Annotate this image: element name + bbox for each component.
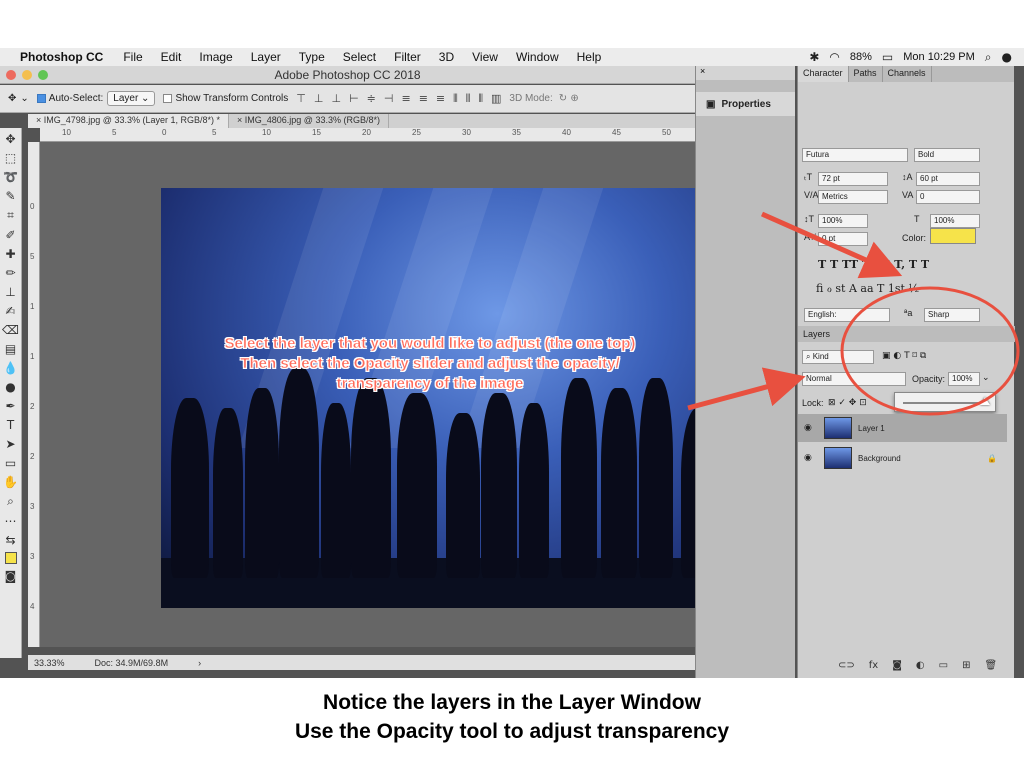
opacity-highlight-circle <box>840 286 1020 416</box>
arrow-to-opacity <box>760 211 903 279</box>
slide: Photoshop CC File Edit Image Layer Type … <box>0 0 1024 768</box>
arrow-to-layer-1 <box>687 367 806 411</box>
slide-caption: Notice the layers in the Layer Window Us… <box>0 688 1024 746</box>
annotation-overlay <box>687 211 1020 416</box>
caption-line-1: Notice the layers in the Layer Window <box>323 691 701 714</box>
caption-line-2: Use the Opacity tool to adjust transpare… <box>294 720 730 743</box>
photoshop-screenshot: Photoshop CC File Edit Image Layer Type … <box>0 48 1024 678</box>
